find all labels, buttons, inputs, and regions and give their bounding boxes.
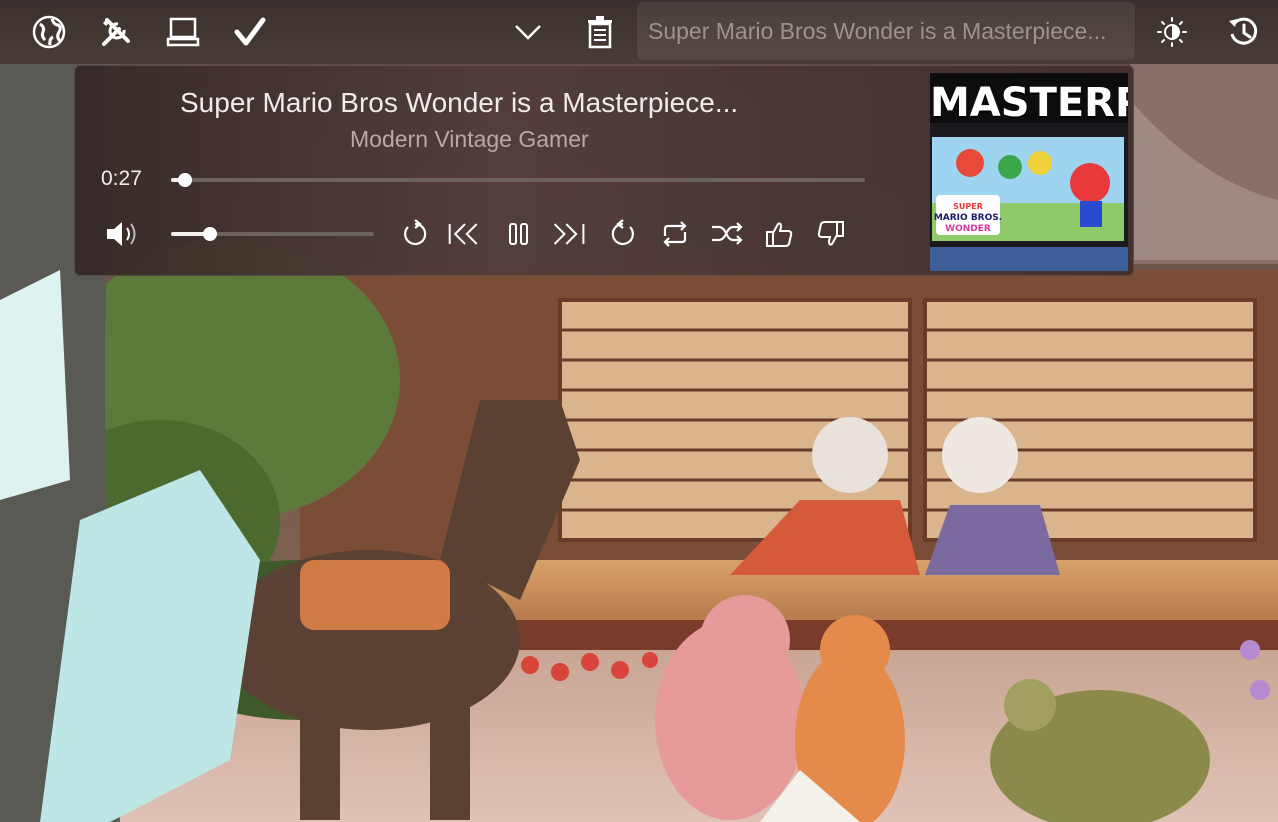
tools-icon[interactable]	[98, 14, 134, 50]
volume-knob[interactable]	[203, 227, 217, 241]
now-playing-title[interactable]: Super Mario Bros Wonder is a Masterpiece…	[637, 2, 1135, 60]
globe-icon[interactable]	[31, 14, 67, 50]
svg-text:MARIO BROS.: MARIO BROS.	[934, 213, 1002, 223]
svg-text:WONDER: WONDER	[945, 224, 991, 234]
track-artist[interactable]: Modern Vintage Gamer	[350, 126, 589, 153]
replay-icon[interactable]	[397, 218, 433, 250]
progress-slider[interactable]	[171, 173, 865, 187]
checkmark-icon[interactable]	[232, 14, 268, 50]
laptop-icon[interactable]	[165, 14, 201, 50]
svg-text:SUPER: SUPER	[953, 202, 983, 211]
trash-icon[interactable]	[582, 14, 618, 50]
volume-slider[interactable]	[171, 227, 374, 241]
thumbs-up-icon[interactable]	[761, 218, 797, 250]
album-thumbnail: MASTERPIECE SUPER MARIO BROS. WONDER	[930, 73, 1128, 271]
elapsed-time: 0:27	[101, 167, 142, 190]
next-icon[interactable]	[551, 218, 587, 250]
brightness-icon[interactable]	[1154, 14, 1190, 50]
menu-bar: Super Mario Bros Wonder is a Masterpiece…	[0, 0, 1278, 64]
repeat-icon[interactable]	[657, 218, 693, 250]
now-playing-panel: Super Mario Bros Wonder is a Masterpiece…	[74, 65, 1134, 276]
forward-icon[interactable]	[605, 218, 641, 250]
history-icon[interactable]	[1226, 14, 1262, 50]
chevron-down-icon[interactable]	[510, 14, 546, 50]
thumbs-down-icon[interactable]	[813, 218, 849, 250]
volume-icon[interactable]	[103, 216, 141, 252]
progress-knob[interactable]	[178, 173, 192, 187]
track-title: Super Mario Bros Wonder is a Masterpiece…	[180, 87, 739, 118]
shuffle-icon[interactable]	[709, 218, 745, 250]
previous-icon[interactable]	[447, 218, 483, 250]
pause-icon[interactable]	[501, 218, 537, 250]
